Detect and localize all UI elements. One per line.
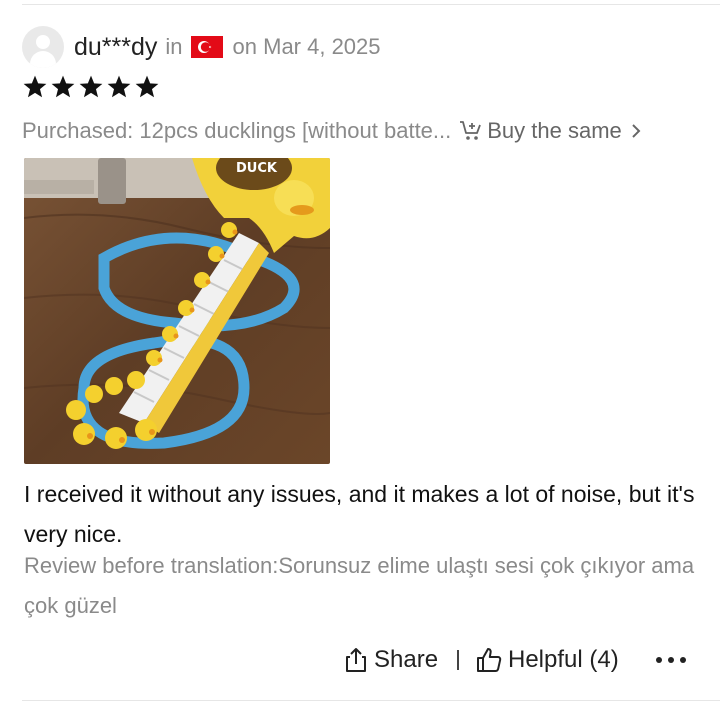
helpful-label: Helpful (4) bbox=[508, 646, 619, 673]
star-icon bbox=[107, 75, 131, 98]
cart-add-icon bbox=[460, 121, 482, 140]
turkey-flag-icon bbox=[190, 36, 223, 58]
review-photo[interactable]: DUCK bbox=[24, 158, 330, 464]
purchased-info: Purchased: 12pcs ducklings [without batt… bbox=[22, 116, 702, 146]
star-rating bbox=[22, 74, 160, 100]
buy-same-button[interactable]: Buy the same bbox=[459, 118, 642, 144]
share-button[interactable]: Share bbox=[344, 640, 438, 680]
action-separator bbox=[457, 650, 459, 670]
top-divider bbox=[22, 4, 720, 5]
duck-logo-text: DUCK bbox=[236, 161, 278, 176]
share-icon bbox=[346, 648, 366, 672]
in-label: in bbox=[165, 34, 183, 59]
reviewer-name: du***dy bbox=[74, 32, 158, 61]
original-review-text: Review before translation:Sorunsuz elime… bbox=[24, 553, 695, 618]
review-text: I received it without any issues, and it… bbox=[24, 481, 695, 547]
review-actions: Share Helpful (4) bbox=[0, 640, 720, 680]
star-icon bbox=[79, 75, 103, 98]
review-date: on Mar 4, 2025 bbox=[232, 34, 381, 59]
chevron-right-icon bbox=[632, 124, 641, 138]
helpful-button[interactable]: Helpful (4) bbox=[476, 640, 619, 680]
share-label: Share bbox=[374, 646, 439, 673]
avatar[interactable] bbox=[22, 26, 64, 68]
bottom-divider bbox=[22, 700, 720, 701]
star-icon bbox=[23, 75, 47, 98]
star-icon bbox=[51, 75, 75, 98]
star-icon bbox=[135, 75, 159, 98]
purchased-variant: Purchased: 12pcs ducklings [without batt… bbox=[22, 118, 452, 143]
thumbs-up-icon bbox=[477, 648, 502, 672]
buy-same-label: Buy the same bbox=[487, 118, 622, 143]
more-options-icon[interactable] bbox=[656, 640, 686, 680]
review-header: du***dy in on Mar 4, 2025 bbox=[22, 26, 381, 68]
